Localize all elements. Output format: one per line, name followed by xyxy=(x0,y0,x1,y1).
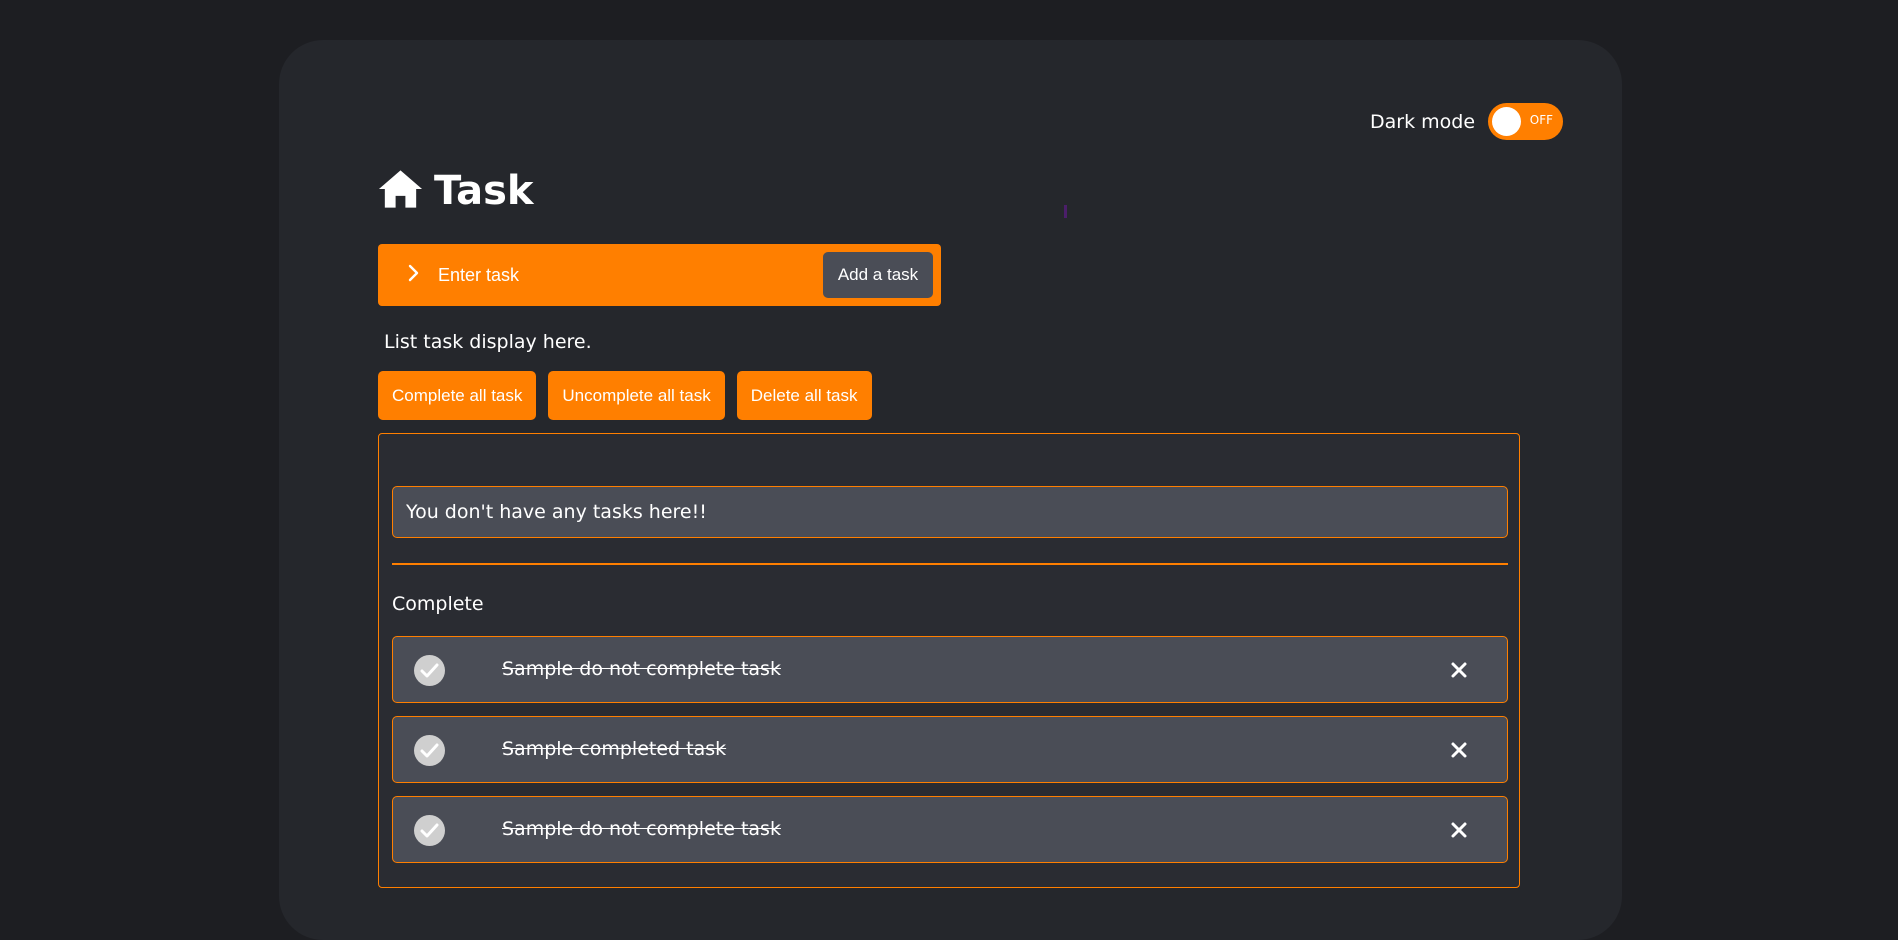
switch-knob xyxy=(1492,107,1522,136)
close-icon[interactable] xyxy=(1447,818,1471,842)
complete-section-heading: Complete xyxy=(392,593,484,615)
list-caption: List task display here. xyxy=(384,331,592,353)
task-text: Sample do not complete task xyxy=(502,818,781,840)
home-icon xyxy=(377,168,424,214)
task-text: Sample completed task xyxy=(502,738,727,760)
complete-all-button[interactable]: Complete all task xyxy=(378,371,537,420)
bulk-actions: Complete all task Uncomplete all task De… xyxy=(378,371,872,420)
task-list-panel: You don't have any tasks here!! Complete… xyxy=(378,433,1520,888)
empty-tasks-message: You don't have any tasks here!! xyxy=(392,486,1508,538)
completed-task-row: Sample do not complete task xyxy=(392,796,1508,863)
page-title: Task xyxy=(377,168,534,214)
page-title-text: Task xyxy=(434,168,534,214)
section-divider xyxy=(392,563,1508,565)
close-icon[interactable] xyxy=(1447,738,1471,762)
check-circle-icon[interactable] xyxy=(414,815,445,846)
dark-mode-toggle: Dark mode OFF xyxy=(1370,103,1564,140)
completed-task-row: Sample completed task xyxy=(392,716,1508,783)
check-circle-icon[interactable] xyxy=(414,735,445,766)
dark-mode-label: Dark mode xyxy=(1370,110,1476,133)
task-input[interactable] xyxy=(436,258,758,292)
add-task-form: Add a task xyxy=(378,244,941,306)
text-cursor-mark xyxy=(1064,205,1067,218)
close-icon[interactable] xyxy=(1447,658,1471,682)
add-task-button[interactable]: Add a task xyxy=(823,252,933,298)
completed-task-row: Sample do not complete task xyxy=(392,636,1508,703)
uncomplete-all-button[interactable]: Uncomplete all task xyxy=(548,371,725,420)
chevron-right-icon xyxy=(402,262,424,284)
check-circle-icon[interactable] xyxy=(414,655,445,686)
delete-all-button[interactable]: Delete all task xyxy=(736,371,872,420)
task-text: Sample do not complete task xyxy=(502,658,781,680)
switch-state-label: OFF xyxy=(1529,113,1554,127)
dark-mode-switch[interactable]: OFF xyxy=(1488,103,1564,140)
